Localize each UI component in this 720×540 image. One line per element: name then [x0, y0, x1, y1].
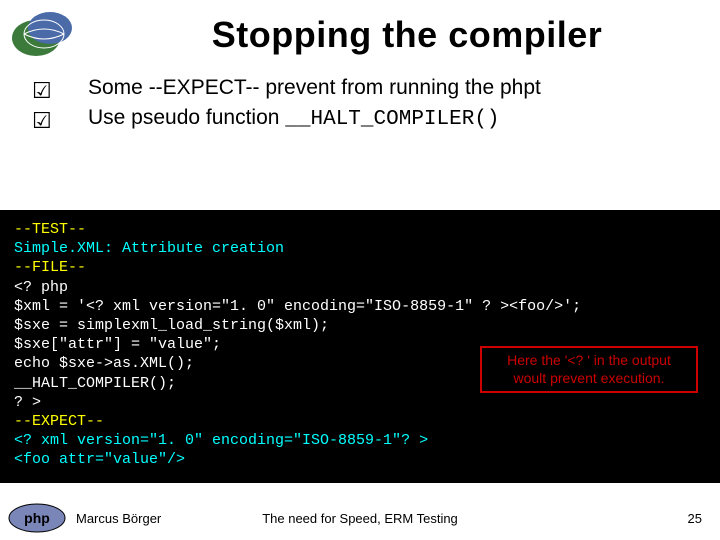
bullet-list: ☑ Some --EXPECT-- prevent from running t… [0, 74, 720, 134]
footer-center: The need for Speed, ERM Testing [262, 511, 458, 526]
globe-icon [8, 6, 80, 62]
footer-left: php Marcus Börger [8, 503, 161, 533]
footer: php Marcus Börger The need for Speed, ER… [0, 502, 720, 534]
code-line: ? > [14, 393, 706, 412]
slide-title: Stopping the compiler [0, 0, 720, 74]
php-logo-icon: php [8, 503, 66, 533]
bullet-text: Use pseudo function __HALT_COMPILER() [88, 104, 696, 134]
callout-line: Here the '<? ' in the output [488, 352, 690, 370]
callout-line: woult prevent execution. [488, 370, 690, 388]
footer-author: Marcus Börger [76, 511, 161, 526]
corner-logo [8, 6, 80, 62]
code-line: Simple.XML: Attribute creation [14, 239, 706, 258]
code-line: <foo attr="value"/> [14, 450, 706, 469]
code-line: --TEST-- [14, 220, 706, 239]
code-line: $xml = '<? xml version="1. 0" encoding="… [14, 297, 706, 316]
code-line: <? xml version="1. 0" encoding="ISO-8859… [14, 431, 706, 450]
code-line: --EXPECT-- [14, 412, 706, 431]
code-block: --TEST--Simple.XML: Attribute creation--… [0, 210, 720, 483]
checkmark-icon: ☑ [32, 76, 88, 106]
code-line: $sxe = simplexml_load_string($xml); [14, 316, 706, 335]
bullet-prefix: Use pseudo function [88, 106, 285, 129]
bullet-text: Some --EXPECT-- prevent from running the… [88, 74, 696, 102]
footer-page: 25 [688, 511, 702, 526]
bullet-mono: __HALT_COMPILER() [285, 108, 499, 131]
code-line: --FILE-- [14, 258, 706, 277]
code-line: <? php [14, 278, 706, 297]
checkmark-icon: ☑ [32, 106, 88, 136]
callout-box: Here the '<? ' in the output woult preve… [480, 346, 698, 393]
bullet-item: ☑ Use pseudo function __HALT_COMPILER() [32, 104, 696, 134]
bullet-item: ☑ Some --EXPECT-- prevent from running t… [32, 74, 696, 104]
svg-text:php: php [24, 510, 50, 526]
